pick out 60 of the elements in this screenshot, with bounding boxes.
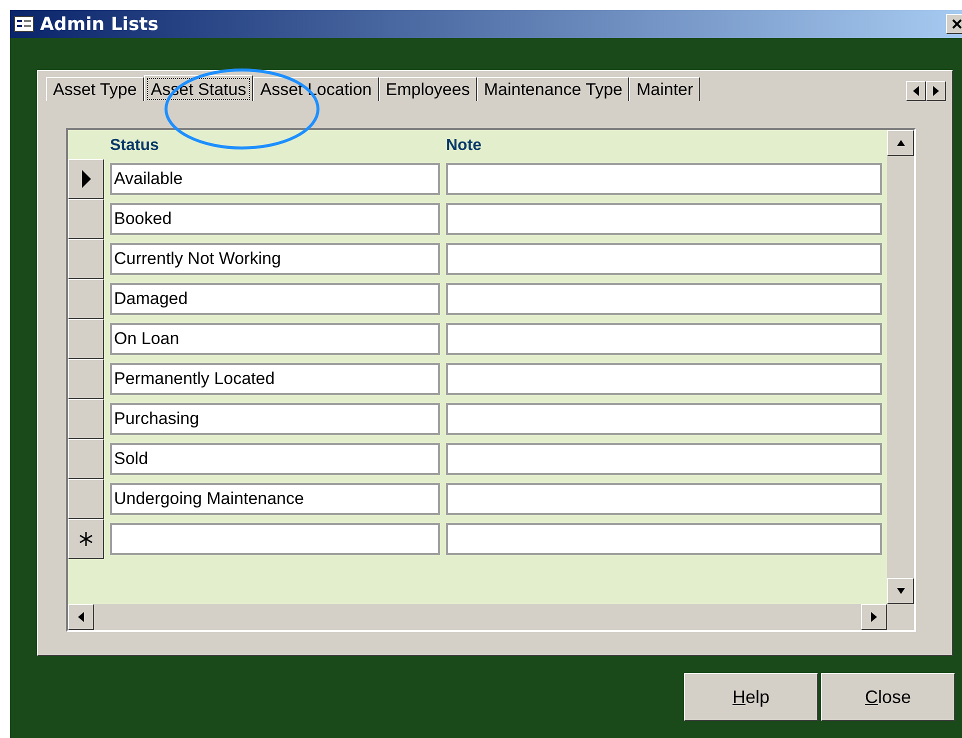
- tab[interactable]: Employees: [378, 77, 477, 101]
- status-field[interactable]: Damaged: [110, 283, 440, 315]
- current-record-icon: [82, 170, 90, 188]
- vertical-scrollbar[interactable]: [887, 130, 914, 604]
- window-title: Admin Lists: [40, 14, 158, 34]
- note-field[interactable]: [446, 203, 882, 235]
- close-button[interactable]: [946, 14, 962, 34]
- record-selector[interactable]: [68, 439, 104, 479]
- note-field[interactable]: [446, 243, 882, 275]
- close-icon: [952, 19, 962, 29]
- scroll-down-button[interactable]: [887, 578, 914, 604]
- status-field[interactable]: Currently Not Working: [110, 243, 440, 275]
- tab-scroll-right-button[interactable]: [926, 81, 946, 101]
- record-selector[interactable]: [68, 239, 104, 279]
- status-field[interactable]: Booked: [110, 203, 440, 235]
- scrollbar-corner: [887, 604, 914, 630]
- status-field[interactable]: Purchasing: [110, 403, 440, 435]
- right-arrow-icon: [870, 612, 878, 622]
- status-field[interactable]: Sold: [110, 443, 440, 475]
- status-field[interactable]: [110, 523, 440, 555]
- down-arrow-icon: [896, 586, 904, 596]
- note-field[interactable]: [446, 483, 882, 515]
- status-field[interactable]: Available: [110, 163, 440, 195]
- left-arrow-icon: [912, 86, 920, 96]
- record-selector[interactable]: [68, 479, 104, 519]
- column-header: Status: [110, 137, 160, 155]
- record-selector[interactable]: [68, 279, 104, 319]
- tab[interactable]: Asset Location: [253, 77, 379, 101]
- status-field[interactable]: Permanently Located: [110, 363, 440, 395]
- record-selector[interactable]: [68, 319, 104, 359]
- scroll-left-button[interactable]: [68, 604, 94, 630]
- note-field[interactable]: [446, 363, 882, 395]
- horizontal-scrollbar[interactable]: [68, 604, 887, 630]
- tab[interactable]: Mainter: [629, 77, 700, 101]
- left-arrow-icon: [77, 612, 85, 622]
- record-selector[interactable]: [68, 199, 104, 239]
- record-selector[interactable]: [68, 519, 104, 559]
- help-button[interactable]: Help: [684, 673, 818, 721]
- up-arrow-icon: [896, 138, 904, 148]
- note-field[interactable]: [446, 523, 882, 555]
- scroll-right-button[interactable]: [861, 604, 887, 630]
- status-field[interactable]: On Loan: [110, 323, 440, 355]
- record-selector[interactable]: [68, 399, 104, 439]
- form-icon: [14, 16, 34, 32]
- asterisk-icon: [79, 532, 93, 546]
- status-field[interactable]: Undergoing Maintenance: [110, 483, 440, 515]
- record-selector[interactable]: [68, 359, 104, 399]
- tab[interactable]: Maintenance Type: [476, 77, 630, 101]
- tab-scroll-left-button[interactable]: [906, 81, 926, 101]
- record-selector[interactable]: [68, 159, 104, 199]
- tab[interactable]: Asset Type: [46, 77, 144, 101]
- note-field[interactable]: [446, 443, 882, 475]
- note-field[interactable]: [446, 283, 882, 315]
- column-header: Note: [446, 137, 483, 155]
- note-field[interactable]: [446, 323, 882, 355]
- close-dialog-button[interactable]: Close: [821, 673, 955, 721]
- scroll-up-button[interactable]: [887, 130, 914, 156]
- note-field[interactable]: [446, 163, 882, 195]
- right-arrow-icon: [932, 86, 940, 96]
- note-field[interactable]: [446, 403, 882, 435]
